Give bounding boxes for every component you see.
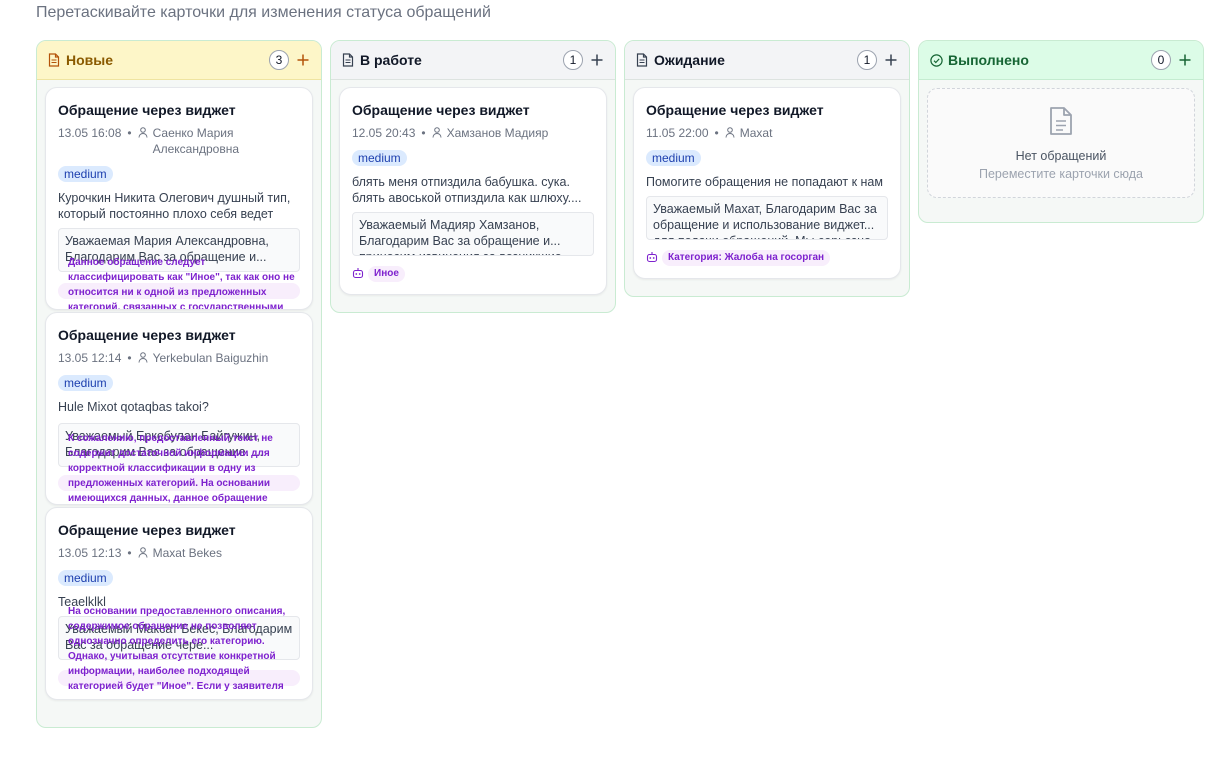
priority-badge: medium [58, 166, 113, 182]
card-title: Обращение через виджет [58, 327, 236, 343]
add-card-button[interactable] [1177, 52, 1193, 68]
person-icon [432, 125, 444, 139]
card-meta: 13.05 16:08 • Саенко Мария Александровна [58, 125, 253, 157]
person-icon [138, 350, 150, 364]
reply-preview: Уважаемый Махат, Благодарим Вас за обращ… [646, 196, 888, 240]
priority-badge: medium [352, 150, 407, 166]
ticket-card[interactable]: Обращение через виджет 13.05 12:13 • Max… [45, 507, 313, 700]
ticket-card[interactable]: Обращение через виджет 11.05 22:00 • Max… [633, 87, 901, 279]
page-hint: Перетаскивайте карточки для изменения ст… [36, 4, 491, 21]
robot-icon [352, 266, 364, 279]
card-date: 13.05 16:08 [58, 126, 122, 140]
card-title: Обращение через виджет [58, 102, 236, 118]
column-header-done: Выполнено 0 [919, 41, 1203, 80]
empty-document-icon [1048, 106, 1074, 141]
plus-icon [591, 54, 603, 66]
category-text: На основании предоставленного описания, … [68, 606, 286, 692]
card-date: 12.05 20:43 [352, 126, 416, 140]
column-in-progress: В работе 1 Обращение через виджет 12.05 … [330, 40, 616, 313]
card-date: 13.05 12:13 [58, 546, 122, 560]
column-title: Ожидание [654, 52, 725, 68]
category-label: Иное [368, 266, 405, 282]
check-circle-icon [929, 53, 943, 67]
document-icon [341, 53, 355, 67]
column-header-waiting: Ожидание 1 [625, 41, 909, 80]
plus-icon [885, 54, 897, 66]
card-author: Yerkebulan Baiguzhin [152, 351, 269, 365]
card-description: Hule Mixot qotaqbas takoi? [58, 400, 209, 414]
empty-drop-zone[interactable]: Нет обращений Переместите карточки сюда [927, 88, 1195, 198]
ticket-card[interactable]: Обращение через виджет 12.05 20:43 • Хам… [339, 87, 607, 295]
card-meta: 13.05 12:13 • Maxat Bekes [58, 545, 222, 560]
priority-badge: medium [58, 375, 113, 391]
ticket-card[interactable]: Обращение через виджет 13.05 12:14 • Yer… [45, 312, 313, 505]
column-header-in-progress: В работе 1 [331, 41, 615, 80]
column-count-badge: 1 [563, 50, 583, 70]
card-title: Обращение через виджет [646, 102, 824, 118]
card-meta: 12.05 20:43 • Хамзанов Мадияр [352, 125, 549, 140]
card-author: Хамзанов Мадияр [446, 126, 549, 140]
category-text: К сожалению, предоставленный текст не со… [68, 433, 273, 504]
column-title: Выполнено [948, 52, 1029, 68]
card-date: 11.05 22:00 [646, 126, 709, 140]
card-meta: 11.05 22:00 • Maxat [646, 125, 773, 140]
column-new: Новые 3 Обращение через виджет 13.05 16:… [36, 40, 322, 728]
plus-icon [1179, 54, 1191, 66]
add-card-button[interactable] [883, 52, 899, 68]
column-done: Выполнено 0 Нет обращений Переместите ка… [918, 40, 1204, 223]
document-icon [635, 53, 649, 67]
person-icon [138, 545, 150, 559]
column-count-badge: 3 [269, 50, 289, 70]
card-author: Maxat [739, 126, 773, 140]
card-date: 13.05 12:14 [58, 351, 122, 365]
column-header-new: Новые 3 [37, 41, 321, 80]
empty-title: Нет обращений [1015, 149, 1107, 163]
card-description: Помогите обращения не попадают к нам [646, 175, 883, 189]
plus-icon [297, 54, 309, 66]
card-author: Maxat Bekes [152, 546, 222, 560]
empty-subtitle: Переместите карточки сюда [978, 167, 1144, 181]
add-card-button[interactable] [589, 52, 605, 68]
category-text: Данное обращение следует классифицироват… [68, 257, 295, 310]
reply-preview: Уважаемый Мадияр Хамзанов, Благодарим Ва… [352, 212, 594, 256]
category-label: Категория: Жалоба на госорган [662, 250, 831, 266]
card-author: Саенко Мария Александровна [152, 126, 239, 156]
card-title: Обращение через виджет [352, 102, 530, 118]
priority-badge: medium [58, 570, 113, 586]
column-title: Новые [66, 52, 114, 68]
column-count-badge: 1 [857, 50, 877, 70]
person-icon [138, 125, 150, 139]
column-title: В работе [360, 52, 422, 68]
column-waiting: Ожидание 1 Обращение через виджет 11.05 … [624, 40, 910, 297]
document-icon [47, 53, 61, 67]
priority-badge: medium [646, 150, 701, 166]
add-card-button[interactable] [295, 52, 311, 68]
column-count-badge: 0 [1151, 50, 1171, 70]
card-meta: 13.05 12:14 • Yerkebulan Baiguzhin [58, 350, 269, 365]
robot-icon [646, 250, 658, 263]
person-icon [725, 125, 737, 139]
card-description: блять меня отпиздила бабушка. сука. блят… [352, 175, 582, 205]
ticket-card[interactable]: Обращение через виджет 13.05 16:08 • Сае… [45, 87, 313, 310]
card-description: Курочкин Никита Олегович душный тип, кот… [58, 191, 291, 221]
card-title: Обращение через виджет [58, 522, 236, 538]
